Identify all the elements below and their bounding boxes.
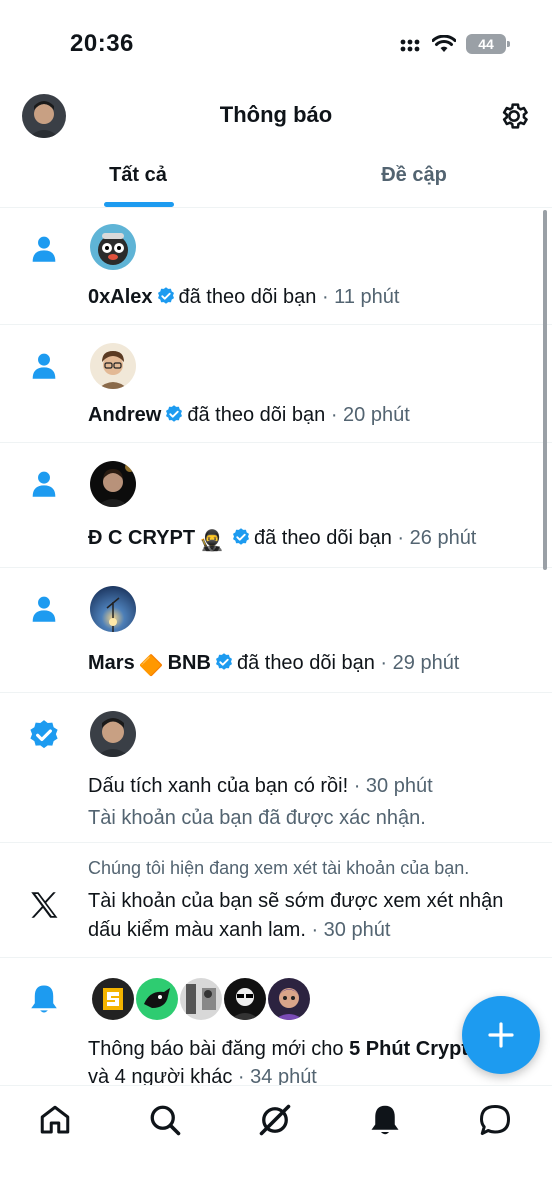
user-name[interactable]: Ɖ Ϲ ϹRYPT — [88, 527, 195, 549]
verified-badge-icon — [166, 405, 183, 422]
action-text: đã theo dõi bạn — [253, 527, 392, 549]
page-title: Thông báo — [219, 102, 333, 127]
cellular-signal-icon — [400, 39, 420, 52]
avatar[interactable] — [90, 976, 136, 1022]
battery-level: 44 — [478, 36, 494, 52]
tab-bar: Tất cả Đề cập — [0, 150, 552, 208]
scrollbar[interactable] — [543, 210, 547, 570]
notification-text: Ɖ Ϲ ϹRYPT 🥷 đã theo dõi bạn · 26 phút — [88, 525, 538, 554]
battery-indicator: 44 — [466, 34, 510, 54]
timestamp: · 29 phút — [380, 652, 460, 674]
person-icon — [32, 596, 56, 622]
x-message-line1: Tài khoản của bạn sẽ sớm được xem xét nh… — [88, 890, 504, 912]
status-icons: 44 — [400, 34, 510, 54]
x-logo-icon — [31, 892, 58, 918]
tab-all[interactable]: Tất cả — [0, 150, 276, 207]
user-name[interactable]: Mars — [88, 652, 135, 674]
avatar[interactable] — [90, 343, 136, 389]
user-name-suffix[interactable]: BNB — [168, 652, 211, 674]
verified-badge-icon — [232, 528, 249, 545]
orange-diamond-emoji: 🔶 — [138, 655, 164, 677]
settings-button[interactable] — [498, 100, 530, 132]
verified-subtext: Tài khoản của bạn đã được xác nhận. — [88, 807, 426, 829]
grok-icon — [259, 1104, 291, 1136]
notification-follow[interactable]: Mars 🔶 BNB đã theo dõi bạn · 29 phút — [0, 568, 552, 693]
person-icon — [32, 471, 56, 497]
avatar[interactable] — [90, 224, 136, 270]
bell-icon — [371, 1105, 399, 1135]
notification-text: Andrew đã theo dõi bạn · 20 phút — [88, 402, 538, 428]
verified-badge-icon — [215, 653, 232, 670]
search-icon — [150, 1105, 181, 1136]
notification-follow[interactable]: Ɖ Ϲ ϹRYPT 🥷 đã theo dõi bạn · 26 phút — [0, 443, 552, 568]
gear-icon — [502, 103, 528, 129]
timestamp: · 11 phút — [321, 286, 400, 308]
notification-text: Mars 🔶 BNB đã theo dõi bạn · 29 phút — [88, 650, 538, 679]
avatar-group — [90, 976, 312, 1022]
chat-icon — [480, 1105, 510, 1135]
x-message-line2: dấu kiểm màu xanh lam. — [88, 919, 306, 941]
bottom-nav — [0, 1085, 552, 1200]
notification-text: dấu kiểm màu xanh lam. · 30 phút — [88, 917, 538, 943]
notification-text: Dấu tích xanh của bạn có rồi! · 30 phút — [88, 773, 538, 799]
verified-badge-icon — [30, 720, 58, 749]
verified-message: Dấu tích xanh của bạn có rồi! — [88, 775, 349, 797]
user-name[interactable]: 5 Phút Crypto — [349, 1038, 480, 1060]
active-tab-indicator — [104, 202, 174, 207]
action-text: đã theo dõi bạn — [178, 286, 317, 308]
notification-x-review[interactable]: Chúng tôi hiện đang xem xét tài khoản củ… — [0, 843, 552, 958]
compose-button[interactable] — [462, 996, 540, 1074]
header: Thông báo — [0, 88, 552, 144]
user-name[interactable]: Andrew — [88, 404, 161, 426]
avatar[interactable] — [222, 976, 268, 1022]
status-bar: 20:36 44 — [0, 0, 552, 88]
avatar[interactable] — [178, 976, 224, 1022]
ninja-emoji: 🥷 — [199, 530, 224, 552]
avatar[interactable] — [90, 711, 136, 757]
notification-follow[interactable]: Andrew đã theo dõi bạn · 20 phút — [0, 325, 552, 443]
notification-text: 0xAlex đã theo dõi bạn · 11 phút — [88, 284, 538, 310]
person-icon — [32, 353, 56, 379]
status-time: 20:36 — [70, 30, 134, 57]
timestamp: · 30 phút — [353, 775, 433, 797]
posts-text-prefix: Thông báo bài đăng mới cho — [88, 1038, 350, 1060]
x-pretext: Chúng tôi hiện đang xem xét tài khoản củ… — [88, 858, 470, 878]
timestamp: · 20 phút — [330, 404, 410, 426]
timestamp: · 30 phút — [311, 919, 391, 941]
tab-mentions[interactable]: Đề cập — [276, 150, 552, 207]
nav-home[interactable] — [37, 1102, 73, 1138]
timestamp: · 26 phút — [397, 527, 477, 549]
notification-follow[interactable]: 0xAlex đã theo dõi bạn · 11 phút — [0, 208, 552, 325]
avatar[interactable] — [90, 461, 136, 507]
person-icon — [32, 236, 56, 262]
home-icon — [40, 1105, 70, 1134]
nav-notifications[interactable] — [367, 1102, 403, 1138]
avatar[interactable] — [90, 586, 136, 632]
user-name[interactable]: 0xAlex — [88, 286, 153, 308]
notification-verified[interactable]: Dấu tích xanh của bạn có rồi! · 30 phút … — [0, 693, 552, 843]
action-text: đã theo dõi bạn — [236, 652, 375, 674]
plus-icon — [488, 1022, 514, 1048]
nav-messages[interactable] — [477, 1102, 513, 1138]
avatar[interactable] — [134, 976, 180, 1022]
wifi-icon — [432, 35, 456, 52]
nav-grok[interactable] — [257, 1102, 293, 1138]
verified-badge-icon — [157, 287, 174, 304]
avatar[interactable] — [266, 976, 312, 1022]
bell-icon — [31, 985, 57, 1013]
nav-search[interactable] — [147, 1102, 183, 1138]
action-text: đã theo dõi bạn — [187, 404, 326, 426]
